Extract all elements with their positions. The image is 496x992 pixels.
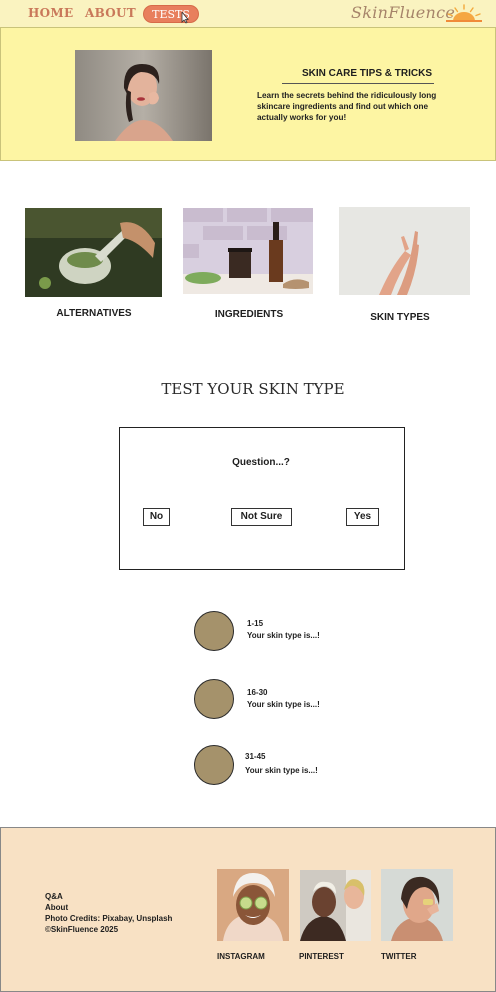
result-indicator-3 xyxy=(194,745,234,785)
sun-logo-icon xyxy=(446,4,482,22)
result-text-3: Your skin type is...! xyxy=(245,766,318,775)
pinterest-link[interactable]: PINTEREST xyxy=(299,952,344,961)
result-range-1: 1-15 xyxy=(247,619,264,628)
footer-photo-credits: Photo Credits: Pixabay, Unsplash xyxy=(45,914,173,923)
twitter-link[interactable]: TWITTER xyxy=(381,952,417,961)
footer-about-link[interactable]: About xyxy=(45,902,68,913)
ingredients-image[interactable] xyxy=(183,208,313,294)
pointer-cursor-icon xyxy=(181,12,189,24)
nav-tests-link[interactable]: TESTS xyxy=(143,5,199,23)
top-nav: HOME ABOUT TESTS SkinFluence xyxy=(0,0,496,27)
answer-no-button[interactable]: No xyxy=(143,508,170,526)
hero-divider xyxy=(282,83,434,84)
answer-yes-button[interactable]: Yes xyxy=(346,508,379,526)
nav-home-link[interactable]: HOME xyxy=(28,6,73,20)
skin-types-label[interactable]: SKIN TYPES xyxy=(335,312,465,323)
hero-woman-photo xyxy=(75,50,212,141)
quiz-question: Question...? xyxy=(232,457,290,468)
alternatives-label[interactable]: ALTERNATIVES xyxy=(29,308,159,319)
result-text-1: Your skin type is...! xyxy=(247,631,320,640)
answer-not-sure-button[interactable]: Not Sure xyxy=(231,508,292,526)
instagram-link[interactable]: INSTAGRAM xyxy=(217,952,265,961)
ingredients-label[interactable]: INGREDIENTS xyxy=(184,309,314,320)
result-indicator-2 xyxy=(194,679,234,719)
brand-logo[interactable]: SkinFluence xyxy=(351,3,455,22)
quiz-card xyxy=(119,427,405,570)
result-text-2: Your skin type is...! xyxy=(247,700,320,709)
footer-copyright: ©SkinFluence 2025 xyxy=(45,925,119,934)
hero-title: SKIN CARE TIPS & TRICKS xyxy=(301,68,432,79)
skin-types-image[interactable] xyxy=(339,207,470,295)
alternatives-image[interactable] xyxy=(25,208,162,297)
result-range-2: 16-30 xyxy=(247,688,268,697)
nav-about-link[interactable]: ABOUT xyxy=(85,6,136,20)
twitter-photo[interactable] xyxy=(381,869,453,941)
pinterest-photo[interactable] xyxy=(300,870,371,941)
instagram-photo[interactable] xyxy=(217,869,289,941)
result-indicator-1 xyxy=(194,611,234,651)
footer-qa-link[interactable]: Q&A xyxy=(45,891,63,902)
result-range-3: 31-45 xyxy=(245,752,266,761)
test-section-heading: TEST YOUR SKIN TYPE xyxy=(161,380,345,398)
hero-description: Learn the secrets behind the ridiculousl… xyxy=(257,91,437,122)
